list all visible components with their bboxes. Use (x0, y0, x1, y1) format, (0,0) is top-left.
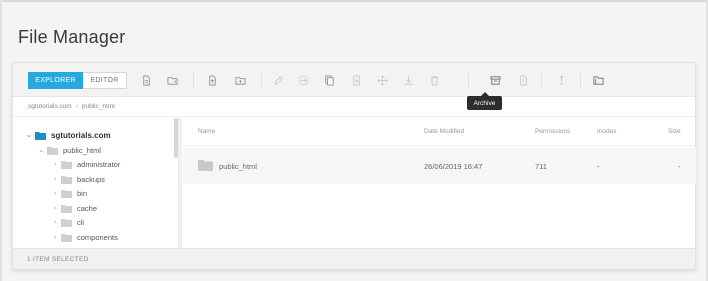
folder-icon (61, 218, 72, 227)
editor-tab[interactable]: EDITOR (83, 72, 127, 89)
file-date: 26/06/2019 16:47 (424, 162, 483, 171)
breadcrumb-item[interactable]: public_html (82, 103, 115, 110)
upload-folder-icon[interactable] (233, 74, 247, 87)
chevron-right-icon[interactable]: › (51, 219, 59, 226)
tree-item-label: administrator (77, 159, 121, 169)
folder-icon (61, 160, 72, 169)
archive-tooltip: Archive (467, 92, 502, 110)
tree-root[interactable]: ⌄ sgtutorials.com (25, 129, 111, 141)
column-size[interactable]: Size (668, 128, 681, 135)
tree-item[interactable]: › administrator (51, 158, 120, 170)
folder-icon (61, 204, 72, 213)
folder-icon (61, 175, 72, 184)
upload-file-icon[interactable] (205, 74, 219, 87)
toolbar-divider (580, 73, 581, 88)
folder-info-icon[interactable] (591, 74, 605, 87)
file-manager-panel: EXPLORER EDITOR sgtutorials.com › public… (12, 62, 696, 269)
toolbar: EXPLORER EDITOR (13, 63, 695, 97)
tree-item[interactable]: › components (51, 231, 118, 243)
column-name[interactable]: Name (198, 128, 215, 135)
tree-item[interactable]: › cache (51, 202, 97, 214)
chevron-right-icon[interactable]: › (51, 205, 59, 212)
permissions-icon[interactable] (554, 74, 568, 87)
toolbar-divider (193, 73, 194, 88)
file-permissions: 711 (535, 162, 547, 171)
download-icon[interactable] (401, 74, 415, 87)
folder-icon (61, 189, 72, 198)
new-file-icon[interactable] (139, 74, 153, 87)
chevron-right-icon[interactable]: › (51, 234, 59, 241)
toolbar-divider (261, 73, 262, 88)
file-inodes: - (597, 162, 600, 171)
tree-item-label: cache (77, 203, 98, 213)
chevron-right-icon[interactable]: › (51, 190, 59, 197)
breadcrumb: sgtutorials.com › public_html (13, 97, 695, 117)
tree-root-label: sgtutorials.com (51, 130, 111, 140)
column-date-modified[interactable]: Date Modified (424, 128, 464, 135)
tree-scrollbar[interactable] (174, 118, 178, 158)
explorer-tab[interactable]: EXPLORER (28, 72, 83, 89)
delete-icon[interactable] (349, 74, 363, 87)
chevron-right-icon[interactable]: › (51, 176, 59, 183)
trash-icon[interactable] (427, 74, 441, 87)
folder-icon (61, 233, 72, 242)
chevron-right-icon[interactable]: › (51, 161, 59, 168)
table-row[interactable]: public_html 26/06/2019 16:47 711 - - (183, 148, 696, 184)
file-name: public_html (219, 162, 257, 171)
tree-item-label: backups (77, 174, 105, 184)
column-permissions[interactable]: Permissions (535, 128, 570, 135)
pane-divider[interactable] (179, 118, 182, 248)
tree-item-public-html[interactable]: ⌄ public_html (37, 144, 101, 156)
list-header: Name Date Modified Permissions Inodes Si… (183, 118, 696, 146)
folder-icon (47, 146, 58, 155)
breadcrumb-separator: › (75, 103, 78, 110)
toolbar-divider (468, 73, 469, 88)
drag-icon[interactable] (375, 74, 389, 87)
tree-item[interactable]: › cli (51, 216, 84, 228)
tree-item[interactable]: › backups (51, 173, 105, 185)
edit-icon[interactable] (271, 74, 285, 87)
breadcrumb-item[interactable]: sgtutorials.com (28, 103, 72, 110)
tree-item-label: bin (77, 188, 88, 198)
page-title: File Manager (18, 27, 126, 47)
window-left-edge (0, 0, 2, 281)
new-folder-icon[interactable] (165, 74, 179, 87)
tree-item-label: cli (77, 217, 85, 227)
tree-item[interactable]: › bin (51, 187, 87, 199)
file-list: Name Date Modified Permissions Inodes Si… (183, 118, 696, 248)
column-inodes[interactable]: Inodes (597, 128, 617, 135)
extract-icon[interactable] (516, 74, 530, 87)
archive-icon[interactable] (488, 74, 502, 87)
chevron-down-icon[interactable]: ⌄ (25, 131, 33, 139)
folder-icon (35, 131, 46, 140)
tree-item-label: components (77, 232, 118, 242)
tree-item-label: public_html (63, 145, 101, 155)
chevron-down-icon[interactable]: ⌄ (37, 146, 45, 154)
status-bar: 1 ITEM SELECTED (13, 248, 695, 269)
folder-tree: ⌄ sgtutorials.com ⌄ public_html › admini… (13, 118, 179, 248)
toolbar-divider (541, 73, 542, 88)
file-size: - (678, 162, 681, 171)
move-icon[interactable] (296, 74, 310, 87)
folder-icon (198, 160, 213, 171)
window-top-edge (0, 0, 708, 2)
mode-switch: EXPLORER EDITOR (28, 72, 127, 89)
copy-icon[interactable] (322, 74, 336, 87)
